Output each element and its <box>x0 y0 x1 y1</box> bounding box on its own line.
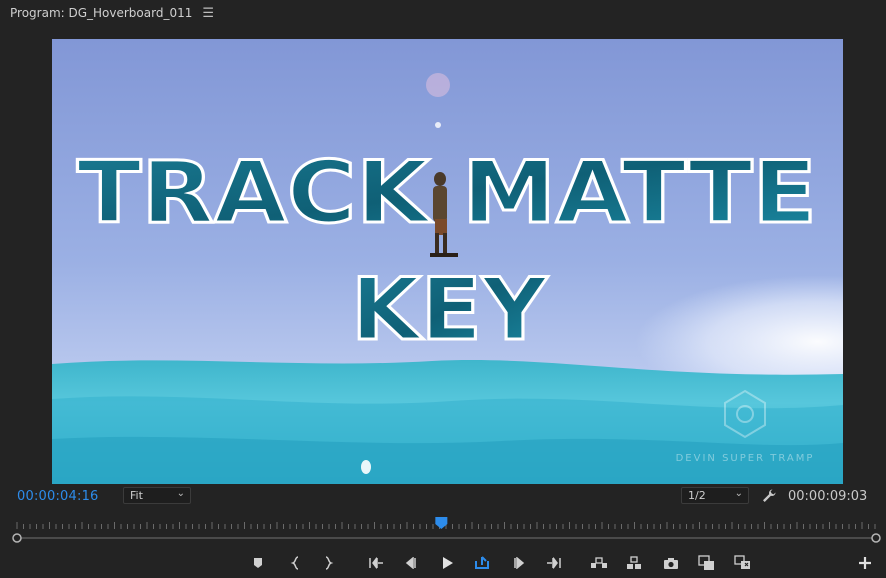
chevron-down-icon: ⌄ <box>734 488 743 499</box>
video-title-line2: KEY <box>351 260 549 360</box>
settings-wrench-icon[interactable] <box>761 488 777 504</box>
go-to-out-icon[interactable] <box>544 553 564 573</box>
proxy-toggle-icon[interactable] <box>733 553 753 573</box>
zoom-level-value: Fit <box>130 489 143 502</box>
duration-timecode: 00:00:09:03 <box>788 489 868 504</box>
playback-resolution-value: 1/2 <box>688 489 706 502</box>
add-button-icon[interactable] <box>855 553 875 573</box>
export-frame-icon[interactable] <box>661 553 681 573</box>
mark-in-icon[interactable] <box>286 553 306 573</box>
in-point-handle[interactable] <box>12 533 22 543</box>
extract-icon[interactable] <box>624 553 644 573</box>
info-bar: 00:00:04:16 Fit ⌄ 1/2 ⌄ 00:00:09:03 <box>0 486 886 508</box>
lift-icon[interactable] <box>589 553 609 573</box>
panel-header: Program: DG_Hoverboard_011 ☰ <box>0 0 886 26</box>
video-title-line1: TRACK MATTE <box>77 143 817 243</box>
program-monitor-viewer[interactable]: TRACK MATTE KEY DEVIN SUPER TRAMP <box>52 39 843 484</box>
zoom-level-dropdown[interactable]: Fit ⌄ <box>123 487 191 504</box>
transport-controls <box>0 550 886 578</box>
go-to-in-icon[interactable] <box>366 553 386 573</box>
current-timecode[interactable]: 00:00:04:16 <box>17 489 99 504</box>
watermark-text: DEVIN SUPER TRAMP <box>676 453 815 464</box>
play-icon[interactable] <box>437 553 457 573</box>
mark-out-icon[interactable] <box>318 553 338 573</box>
add-marker-icon[interactable] <box>248 553 268 573</box>
hamburger-menu-icon[interactable]: ☰ <box>202 6 214 21</box>
loop-playback-icon[interactable] <box>472 553 492 573</box>
step-back-icon[interactable] <box>401 553 421 573</box>
panel-title: Program: DG_Hoverboard_011 <box>10 6 193 20</box>
playback-resolution-dropdown[interactable]: 1/2 ⌄ <box>681 487 749 504</box>
step-forward-icon[interactable] <box>509 553 529 573</box>
out-point-handle[interactable] <box>871 533 881 543</box>
compare-view-icon[interactable] <box>697 553 717 573</box>
chevron-down-icon: ⌄ <box>176 488 185 499</box>
time-ruler[interactable] <box>0 512 886 546</box>
